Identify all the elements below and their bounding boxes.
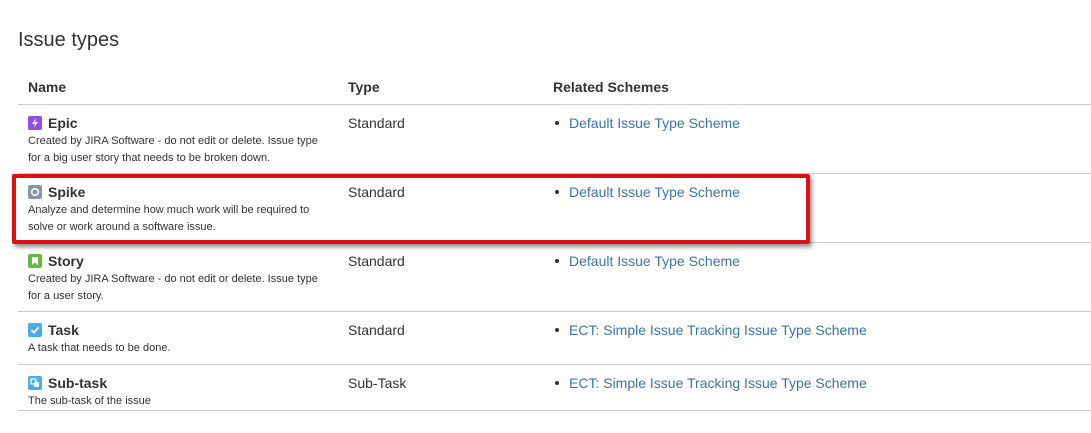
spike-icon	[28, 185, 42, 199]
scheme-link[interactable]: ECT: Simple Issue Tracking Issue Type Sc…	[569, 374, 867, 392]
story-icon	[28, 254, 42, 268]
issue-type-description: Created by JIRA Software - do not edit o…	[28, 273, 318, 302]
name-cell: Story Created by JIRA Software - do not …	[18, 242, 338, 312]
list-item: Default Issue Type Scheme	[553, 183, 1081, 201]
issue-type-name: Epic	[48, 115, 78, 131]
type-cell: Standard	[338, 311, 543, 365]
page-title: Issue types	[18, 29, 120, 51]
issue-type-description: The sub-task of the issue	[28, 395, 151, 407]
bullet-icon	[555, 190, 559, 194]
scheme-link[interactable]: ECT: Simple Issue Tracking Issue Type Sc…	[569, 321, 867, 339]
schemes-cell: ECT: Simple Issue Tracking Issue Type Sc…	[543, 364, 1091, 411]
list-item: ECT: Simple Issue Tracking Issue Type Sc…	[553, 321, 1081, 339]
issue-type-name: Task	[48, 322, 79, 338]
type-cell: Standard	[338, 173, 543, 243]
list-item: Default Issue Type Scheme	[553, 114, 1081, 132]
table-header-row: Name Type Related Schemes	[18, 70, 1091, 105]
task-icon	[28, 323, 42, 337]
name-cell: Epic Created by JIRA Software - do not e…	[18, 104, 338, 174]
table-row: Sub-task The sub-task of the issue Sub-T…	[18, 364, 1091, 411]
type-cell: Sub-Task	[338, 364, 543, 411]
column-header-related-schemes: Related Schemes	[543, 70, 1091, 105]
column-header-type: Type	[338, 70, 543, 105]
scheme-link[interactable]: Default Issue Type Scheme	[569, 114, 740, 132]
issue-types-page: Issue types Name Type Related Schemes Ep…	[0, 0, 1091, 433]
scheme-link[interactable]: Default Issue Type Scheme	[569, 252, 740, 270]
bullet-icon	[555, 259, 559, 263]
issue-type-name: Story	[48, 253, 84, 269]
schemes-cell: Default Issue Type Scheme	[543, 104, 1091, 174]
type-cell: Standard	[338, 104, 543, 174]
table-row: Story Created by JIRA Software - do not …	[18, 242, 1091, 312]
issue-type-description: A task that needs to be done.	[28, 342, 171, 354]
schemes-cell: ECT: Simple Issue Tracking Issue Type Sc…	[543, 311, 1091, 365]
column-header-name: Name	[18, 70, 338, 105]
table-row: Task A task that needs to be done. Stand…	[18, 311, 1091, 365]
schemes-cell: Default Issue Type Scheme	[543, 242, 1091, 312]
schemes-cell: Default Issue Type Scheme	[543, 173, 1091, 243]
issue-type-name: Spike	[48, 184, 86, 200]
table-row: Spike Analyze and determine how much wor…	[18, 173, 1091, 243]
type-cell: Standard	[338, 242, 543, 312]
list-item: ECT: Simple Issue Tracking Issue Type Sc…	[553, 374, 1081, 392]
bullet-icon	[555, 328, 559, 332]
bullet-icon	[555, 121, 559, 125]
name-cell: Task A task that needs to be done.	[18, 311, 338, 365]
list-item: Default Issue Type Scheme	[553, 252, 1081, 270]
name-cell: Spike Analyze and determine how much wor…	[18, 173, 338, 243]
epic-icon	[28, 116, 42, 130]
issue-types-table: Name Type Related Schemes Epic Created b…	[18, 70, 1091, 411]
issue-type-description: Analyze and determine how much work will…	[28, 204, 310, 233]
table-row: Epic Created by JIRA Software - do not e…	[18, 104, 1091, 174]
name-cell: Sub-task The sub-task of the issue	[18, 364, 338, 411]
issue-type-description: Created by JIRA Software - do not edit o…	[28, 135, 318, 164]
scheme-link[interactable]: Default Issue Type Scheme	[569, 183, 740, 201]
issue-type-name: Sub-task	[48, 375, 108, 391]
bullet-icon	[555, 381, 559, 385]
subtask-icon	[28, 376, 42, 390]
